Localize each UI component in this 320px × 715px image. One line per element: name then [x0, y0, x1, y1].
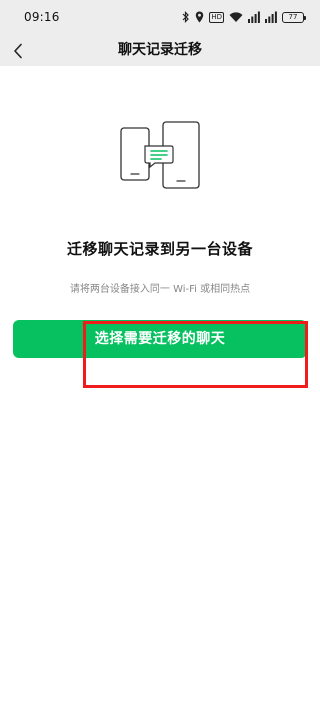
devices-transfer-illustration — [120, 121, 200, 189]
migration-hint: 请将两台设备接入同一 Wi-Fi 或相同热点 — [69, 284, 251, 295]
bluetooth-icon — [182, 11, 190, 23]
wifi-icon — [229, 12, 243, 22]
migration-heading: 迁移聊天记录到另一台设备 — [66, 240, 253, 258]
hd-icon: HD — [209, 11, 224, 23]
select-chats-button[interactable]: 选择需要迁移的聊天 — [13, 320, 307, 358]
nav-bar: 聊天记录迁移 — [0, 36, 320, 66]
status-time: 09:16 — [24, 10, 60, 24]
back-button[interactable] — [6, 36, 30, 66]
status-bar: 09:16 HD 77 — [0, 0, 320, 36]
back-arrow-icon — [14, 43, 22, 59]
status-icons: HD 77 — [182, 10, 306, 24]
signal-icon — [265, 11, 277, 23]
page-title: 聊天记录迁移 — [118, 42, 202, 58]
battery-icon: 77 — [282, 11, 306, 23]
signal-icon — [248, 11, 260, 23]
location-icon — [196, 11, 204, 23]
